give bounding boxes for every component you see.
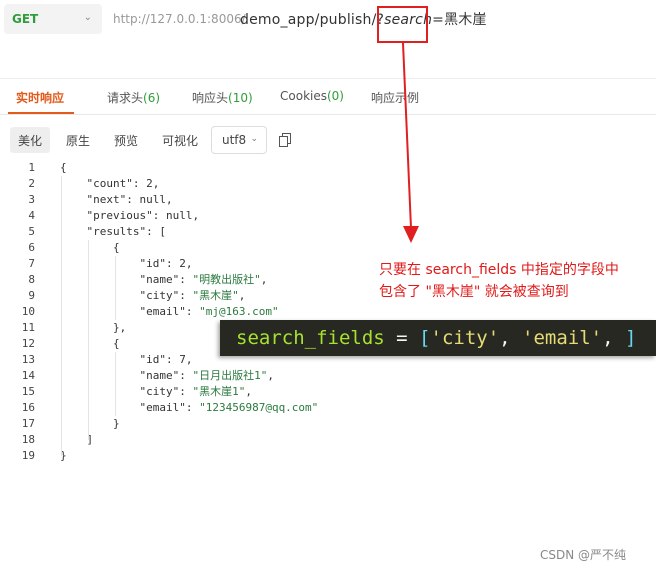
code-line: 1{ [0, 160, 656, 176]
line-content: "name": "日月出版社1", [139, 369, 274, 382]
snippet-comma: , [499, 327, 523, 349]
line-number: 6 [28, 241, 35, 254]
code-line: 4 "previous": null, [0, 208, 656, 224]
line-number: 17 [21, 417, 35, 430]
snippet-bracket: ] [625, 327, 637, 349]
code-line: 2 "count": 2, [0, 176, 656, 192]
line-number: 14 [21, 369, 35, 382]
code-line: 16 "email": "123456987@qq.com" [0, 400, 656, 416]
tab-label: 请求头 [107, 91, 144, 105]
line-content: "id": 2, [139, 257, 193, 270]
tab-cookies[interactable]: Cookies(0) [280, 89, 344, 103]
line-number: 1 [28, 161, 35, 174]
annotation-text: 只要在 search_fields 中指定的字段中 包含了 "黑木崖" 就会被查… [379, 259, 649, 303]
line-content: "previous": null, [86, 209, 200, 222]
tab-response-headers[interactable]: 响应头(10) [192, 89, 253, 106]
method-select[interactable]: GET ⌄ [4, 4, 102, 34]
code-line: 15 "city": "黑木崖1", [0, 384, 656, 400]
url-param-value: =黑木崖 [432, 12, 487, 28]
tab-count: (0) [326, 89, 344, 103]
response-toolbar: 美化 原生 预览 可视化 utf8 ⌄ [0, 124, 656, 156]
encoding-value: utf8 [222, 133, 247, 147]
tab-label: Cookies [280, 89, 327, 103]
beautify-button[interactable]: 美化 [10, 127, 51, 153]
snippet-operator: = [384, 327, 420, 349]
snippet-variable: search_fields [236, 327, 385, 349]
line-number: 10 [21, 305, 35, 318]
code-line: 14 "name": "日月出版社1", [0, 368, 656, 384]
line-number: 13 [21, 353, 35, 366]
line-content: "email": "123456987@qq.com" [139, 401, 319, 414]
line-content: { [60, 161, 67, 174]
snippet-string: 'city' [430, 327, 500, 349]
tab-response-example[interactable]: 响应示例 [371, 89, 419, 106]
indent-guide [115, 256, 116, 320]
code-line: 3 "next": null, [0, 192, 656, 208]
highlight-box [377, 6, 428, 43]
visualize-button[interactable]: 可视化 [154, 127, 206, 153]
line-content: "email": "mj@163.com" [139, 305, 279, 318]
preview-button[interactable]: 预览 [106, 127, 146, 153]
url-bar: GET ⌄ http://127.0.0.1:8006/ demo_app/pu… [0, 0, 656, 40]
response-tabs: 实时响应 请求头(6) 响应头(10) Cookies(0) 响应示例 [0, 79, 656, 115]
snippet-string: 'email' [522, 327, 603, 349]
line-number: 18 [21, 433, 35, 446]
line-number: 3 [28, 193, 35, 206]
code-line: 19} [0, 448, 656, 464]
line-content: }, [60, 321, 127, 334]
tab-count: (10) [228, 91, 253, 105]
line-content: "next": null, [86, 193, 173, 206]
indent-guide [115, 352, 116, 416]
code-line: 6 { [0, 240, 656, 256]
line-number: 8 [28, 273, 35, 286]
line-content: } [60, 417, 120, 430]
tab-label: 响应示例 [371, 91, 420, 105]
line-number: 4 [28, 209, 35, 222]
tab-count: (6) [143, 91, 161, 105]
watermark: CSDN @严不纯 [540, 548, 627, 562]
tab-request-headers[interactable]: 请求头(6) [107, 89, 160, 106]
line-number: 15 [21, 385, 35, 398]
raw-button[interactable]: 原生 [58, 127, 98, 153]
line-number: 16 [21, 401, 35, 414]
line-number: 7 [28, 257, 35, 270]
line-number: 11 [21, 321, 35, 334]
indent-guide [61, 176, 62, 456]
indent-guide [88, 240, 89, 440]
line-content: { [60, 337, 120, 350]
url-host[interactable]: http://127.0.0.1:8006/ [113, 12, 246, 26]
active-tab-indicator [8, 112, 74, 114]
chevron-down-icon: ⌄ [83, 12, 92, 23]
code-line: 10 "email": "mj@163.com" [0, 304, 656, 320]
encoding-select[interactable]: utf8 ⌄ [211, 126, 267, 154]
snippet-bracket: [ [419, 327, 431, 349]
line-content: { [60, 241, 120, 254]
annotation-line: 只要在 search_fields 中指定的字段中 [379, 262, 619, 278]
tab-label: 响应头 [192, 91, 229, 105]
search-fields-snippet: search_fields = ['city', 'email', ] [220, 320, 656, 356]
line-number: 2 [28, 177, 35, 190]
chevron-down-icon: ⌄ [250, 134, 258, 144]
code-line: 18 ] [0, 432, 656, 448]
line-content: "results": [ [86, 225, 166, 238]
line-number: 19 [21, 449, 35, 462]
line-number: 9 [28, 289, 35, 302]
url-path-prefix: demo_app/publish/? [240, 12, 385, 28]
line-content: "id": 7, [139, 353, 193, 366]
snippet-comma: , [602, 327, 625, 349]
line-content: "name": "明教出版社", [139, 273, 268, 286]
code-line: 17 } [0, 416, 656, 432]
copy-icon[interactable] [279, 133, 291, 147]
line-number: 5 [28, 225, 35, 238]
tab-realtime-response[interactable]: 实时响应 [16, 89, 64, 106]
line-content: "count": 2, [86, 177, 160, 190]
line-number: 12 [21, 337, 35, 350]
tab-label: 实时响应 [16, 91, 65, 105]
method-label: GET [12, 12, 39, 26]
annotation-line: 包含了 "黑木崖" 就会被查询到 [379, 284, 569, 300]
url-input[interactable]: demo_app/publish/?search=黑木崖 [240, 9, 487, 29]
code-line: 5 "results": [ [0, 224, 656, 240]
